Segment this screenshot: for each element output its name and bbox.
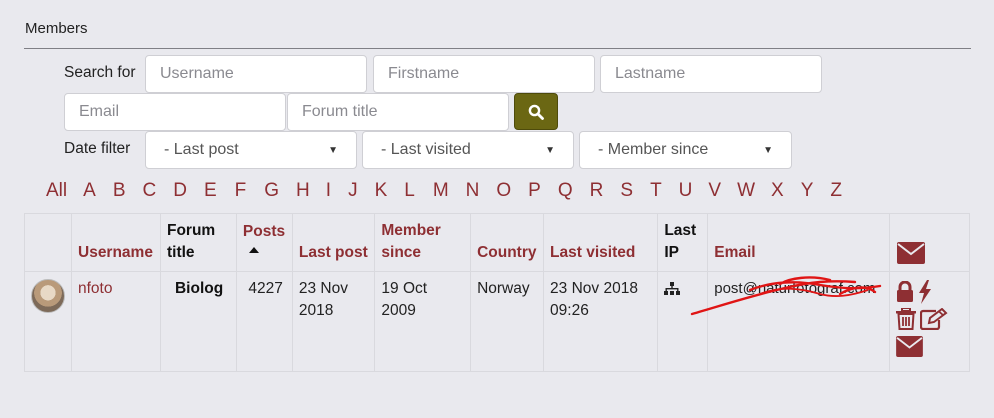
email-header[interactable]: Email: [707, 213, 891, 272]
table-header-row: Username Forum title Posts Last post Memb…: [24, 213, 970, 272]
chevron-down-icon: ▼: [763, 144, 773, 156]
chevron-down-icon: ▼: [545, 144, 555, 156]
alpha-i[interactable]: I: [326, 180, 331, 202]
alpha-c[interactable]: C: [143, 180, 157, 202]
firstname-input[interactable]: [373, 55, 595, 93]
last-post-date: 23 Nov: [298, 280, 348, 297]
last-visited-select-value: - Last visited: [381, 141, 471, 158]
member-since-year: 2009: [381, 302, 416, 319]
actions-row-1: [896, 280, 963, 304]
actions-cell: [889, 271, 970, 372]
username-input[interactable]: [145, 55, 367, 93]
actions-row-2: [896, 308, 963, 330]
email-value[interactable]: post@naturfotograf.com: [714, 280, 875, 297]
alpha-q[interactable]: Q: [558, 180, 573, 202]
chevron-down-icon: ▼: [328, 144, 338, 156]
member-since-select[interactable]: - Member since ▼: [579, 131, 792, 169]
posts-value: 4227: [248, 280, 283, 297]
avatar-cell: [24, 271, 72, 372]
avatar-header: [24, 213, 72, 272]
lastname-input[interactable]: [600, 55, 822, 93]
alpha-f[interactable]: F: [235, 180, 247, 202]
email-cell: post@naturfotograf.com: [691, 271, 891, 372]
edit-icon[interactable]: [920, 308, 948, 330]
posts-header[interactable]: Posts: [235, 213, 293, 272]
alpha-u[interactable]: U: [679, 180, 693, 202]
section-title: Members: [25, 20, 88, 37]
last-ip-cell: [657, 271, 709, 372]
alpha-l[interactable]: L: [404, 180, 415, 202]
forum-title-header: Forum title: [159, 213, 237, 272]
sitemap-icon[interactable]: [664, 282, 681, 295]
last-visited-select[interactable]: - Last visited ▼: [362, 131, 574, 169]
date-filter-label: Date filter: [64, 140, 131, 157]
last-post-year: 2018: [298, 302, 334, 319]
last-visited-cell: 23 Nov 2018 09:26: [543, 271, 659, 372]
actions-row-3: [896, 336, 963, 364]
last-visited-time: 09:26: [550, 302, 589, 319]
alpha-r[interactable]: R: [590, 180, 604, 202]
alpha-b[interactable]: B: [113, 180, 126, 202]
actions-header: [889, 213, 970, 272]
alpha-v[interactable]: V: [708, 180, 721, 202]
alpha-all[interactable]: All: [46, 180, 67, 202]
member-since-cell: 19 Oct 2009: [374, 271, 472, 372]
country-header[interactable]: Country: [470, 213, 545, 272]
alpha-j[interactable]: J: [348, 180, 358, 202]
member-since-date: 19 Oct: [381, 280, 428, 297]
envelope-icon[interactable]: [897, 242, 926, 264]
search-icon: [528, 104, 544, 120]
members-table: Username Forum title Posts Last post Memb…: [24, 213, 970, 372]
alpha-e[interactable]: E: [204, 180, 217, 202]
alpha-p[interactable]: P: [528, 180, 541, 202]
avatar[interactable]: [31, 279, 65, 313]
member-since-select-value: - Member since: [598, 141, 709, 158]
sort-ascending-icon: [248, 247, 259, 253]
alpha-k[interactable]: K: [375, 180, 388, 202]
alpha-x[interactable]: X: [771, 180, 784, 202]
divider: [24, 48, 971, 49]
bolt-icon[interactable]: [918, 280, 932, 304]
search-button[interactable]: [514, 93, 558, 130]
username-link[interactable]: nfoto: [78, 280, 112, 297]
alpha-n[interactable]: N: [466, 180, 480, 202]
last-visited-date: 23 Nov 2018: [550, 280, 638, 297]
envelope-icon[interactable]: [896, 336, 924, 357]
forum-title-cell: Biolog: [159, 271, 237, 372]
username-cell: nfoto: [71, 271, 161, 372]
alpha-t[interactable]: T: [650, 180, 662, 202]
table-row: nfoto Biolog 4227 23 Nov 2018 19 Oct 2009 …: [24, 271, 970, 372]
forum-title-value[interactable]: Biolog: [167, 280, 223, 297]
member-since-header[interactable]: Member since: [374, 213, 472, 272]
last-post-header[interactable]: Last post: [291, 213, 376, 272]
alpha-m[interactable]: M: [433, 180, 449, 202]
country-value: Norway: [477, 280, 530, 297]
username-header[interactable]: Username: [71, 213, 161, 272]
alpha-a[interactable]: A: [83, 180, 96, 202]
alpha-y[interactable]: Y: [801, 180, 814, 202]
alpha-h[interactable]: H: [296, 180, 310, 202]
last-visited-header[interactable]: Last visited: [543, 213, 659, 272]
email-input[interactable]: [64, 93, 286, 131]
alphabet-filter: All A B C D E F G H I J K L M N O P Q R …: [46, 180, 842, 202]
last-post-cell: 23 Nov 2018: [291, 271, 376, 372]
lock-icon[interactable]: [896, 281, 914, 303]
alpha-w[interactable]: W: [737, 180, 755, 202]
last-ip-header: Last IP: [657, 213, 709, 272]
search-label: Search for: [64, 64, 136, 81]
alpha-o[interactable]: O: [496, 180, 511, 202]
alpha-z[interactable]: Z: [830, 180, 842, 202]
alpha-g[interactable]: G: [264, 180, 279, 202]
forum-title-input[interactable]: [287, 93, 509, 131]
posts-cell: 4227: [235, 271, 293, 372]
last-post-select-value: - Last post: [164, 141, 239, 158]
trash-icon[interactable]: [896, 308, 917, 330]
alpha-s[interactable]: S: [620, 180, 633, 202]
country-cell: Norway: [470, 271, 545, 372]
last-post-select[interactable]: - Last post ▼: [145, 131, 357, 169]
alpha-d[interactable]: D: [173, 180, 187, 202]
